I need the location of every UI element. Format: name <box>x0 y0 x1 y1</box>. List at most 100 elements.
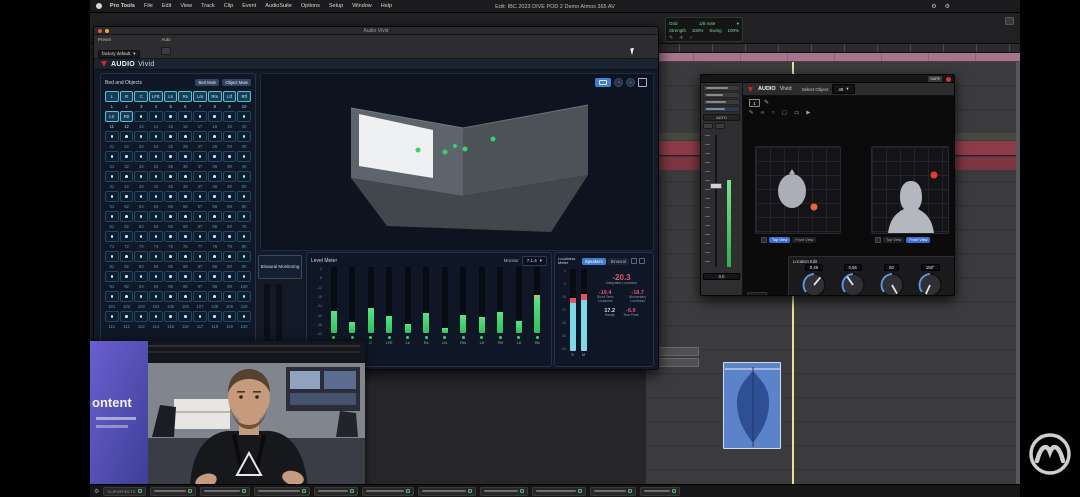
binaural-monitoring-button[interactable]: Binaural Monitoring <box>258 255 302 279</box>
object-slot-cell[interactable]: 118 <box>208 311 222 330</box>
object-slot-cell[interactable]: 84 <box>149 251 163 270</box>
object-slot-cell[interactable]: 70 <box>237 211 251 230</box>
object-slot-cell[interactable]: 45 <box>164 171 178 190</box>
object-slot-cell[interactable]: 34 <box>149 151 163 170</box>
apple-menu-icon[interactable] <box>96 3 102 9</box>
object-slot-cell[interactable]: 14 <box>149 111 163 130</box>
object-slot-cell[interactable]: 83 <box>134 251 148 270</box>
top-view-panel[interactable] <box>755 146 841 234</box>
object-number-box[interactable]: 1 <box>749 99 760 107</box>
object-slot-cell[interactable]: 64 <box>149 211 163 230</box>
view-mode-icon[interactable] <box>761 237 767 243</box>
strip-row[interactable] <box>703 85 740 91</box>
bed-channel-cell[interactable]: Rtr12 <box>120 111 134 130</box>
monitor-format-selector[interactable]: 7.1.4 ▾ <box>522 256 547 266</box>
object-slot-cell[interactable]: 92 <box>120 271 134 290</box>
object-slot-cell[interactable]: 76 <box>178 231 192 250</box>
grid-value[interactable]: 1/8 note <box>699 21 715 26</box>
gear-icon[interactable]: ⚙ <box>94 488 99 495</box>
menu-item-event[interactable]: Event <box>242 3 256 9</box>
object-slot-cell[interactable]: 63 <box>134 211 148 230</box>
object-mute-button[interactable]: Object Mute <box>222 79 251 86</box>
object-slot-cell[interactable]: 115 <box>164 311 178 330</box>
swing-value[interactable]: 100% <box>727 28 739 33</box>
front-view-button[interactable]: Front View <box>792 237 816 243</box>
object-slot-cell[interactable]: 18 <box>208 111 222 130</box>
object-slot-cell[interactable]: 91 <box>105 271 119 290</box>
object-slot-cell[interactable]: 102 <box>120 291 134 310</box>
menubar-status-gear-icon-2[interactable]: ⚙ <box>945 3 950 10</box>
menu-item-clip[interactable]: Clip <box>224 3 233 9</box>
orbit-view-icon[interactable]: ◔ <box>614 78 623 87</box>
object-slot-cell[interactable]: 93 <box>134 271 148 290</box>
object-slot-cell[interactable]: 105 <box>164 291 178 310</box>
reset-view-icon[interactable]: ○ <box>626 78 635 87</box>
map-dropdown[interactable]: Map ▾ <box>747 292 767 296</box>
object-slot-cell[interactable]: 24 <box>149 131 163 150</box>
object-slot-cell[interactable]: 89 <box>223 251 237 270</box>
object-slot-cell[interactable]: 111 <box>105 311 119 330</box>
knob-z[interactable]: 50Z <box>875 264 909 296</box>
track-group-chip[interactable] <box>150 487 196 496</box>
object-slot-cell[interactable]: 36 <box>178 151 192 170</box>
object-slot-cell[interactable]: 57 <box>193 191 207 210</box>
track-group-chip[interactable] <box>314 487 358 496</box>
object-slot-cell[interactable]: 53 <box>134 191 148 210</box>
object-slot-cell[interactable]: 19 <box>223 111 237 130</box>
object-slot-cell[interactable]: 27 <box>193 131 207 150</box>
object-slot-cell[interactable]: 113 <box>134 311 148 330</box>
arrow-tool-icon[interactable]: ▶ <box>806 110 810 116</box>
bed-channel-cell[interactable]: Rrs8 <box>208 91 222 110</box>
strip-row[interactable] <box>703 92 740 98</box>
knob-y[interactable]: 0.55Y <box>836 264 870 296</box>
object-slot-cell[interactable]: 108 <box>208 291 222 310</box>
object-slot-cell[interactable]: 48 <box>208 171 222 190</box>
object-slot-cell[interactable]: 95 <box>164 271 178 290</box>
bed-channel-cell[interactable]: LFE4 <box>149 91 163 110</box>
object-slot-cell[interactable]: 103 <box>134 291 148 310</box>
object-slot-cell[interactable]: 101 <box>105 291 119 310</box>
menu-item-pro-tools[interactable]: Pro Tools <box>110 3 135 9</box>
object-slot-cell[interactable]: 104 <box>149 291 163 310</box>
object-slot-cell[interactable]: 61 <box>105 211 119 230</box>
select-object-dropdown[interactable]: 48 ▾ <box>832 84 854 94</box>
object-slot-cell[interactable]: 82 <box>120 251 134 270</box>
object-slot-cell[interactable]: 33 <box>134 151 148 170</box>
object-slot-cell[interactable]: 79 <box>223 231 237 250</box>
object-slot-cell[interactable]: 87 <box>193 251 207 270</box>
object-slot-cell[interactable]: 13 <box>134 111 148 130</box>
object-slot-cell[interactable]: 99 <box>223 271 237 290</box>
fullscreen-icon[interactable] <box>638 78 647 87</box>
object-slot-cell[interactable]: 109 <box>223 291 237 310</box>
object-slot-cell[interactable]: 110 <box>237 291 251 310</box>
object-slot-cell[interactable]: 16 <box>178 111 192 130</box>
object-slot-cell[interactable]: 69 <box>223 211 237 230</box>
object-slot-cell[interactable]: 75 <box>164 231 178 250</box>
bed-channel-cell[interactable]: Ltr11 <box>105 111 119 130</box>
object-slot-cell[interactable]: 116 <box>178 311 192 330</box>
menu-item-file[interactable]: File <box>144 3 153 9</box>
object-slot-cell[interactable]: 56 <box>178 191 192 210</box>
object-slot-cell[interactable]: 29 <box>223 131 237 150</box>
object-slot-cell[interactable]: 73 <box>134 231 148 250</box>
bed-channel-cell[interactable]: Ls5 <box>164 91 178 110</box>
bed-channel-cell[interactable]: Rtf10 <box>237 91 251 110</box>
object-slot-cell[interactable]: 81 <box>105 251 119 270</box>
fader-value[interactable]: 0.0 <box>703 273 740 280</box>
square-tool-icon[interactable]: ▢ <box>782 110 787 116</box>
object-slot-cell[interactable]: 42 <box>120 171 134 190</box>
object-slot-cell[interactable]: 120 <box>237 311 251 330</box>
automation-button[interactable] <box>161 47 171 55</box>
object-slot-cell[interactable]: 39 <box>223 151 237 170</box>
edit-pencil-icon[interactable]: ✎ <box>764 99 769 106</box>
bed-channel-cell[interactable]: C3 <box>134 91 148 110</box>
object-slot-cell[interactable]: 117 <box>193 311 207 330</box>
knob-angle[interactable]: 180°Angle <box>913 264 947 296</box>
object-slot-cell[interactable]: 98 <box>208 271 222 290</box>
object-slot-cell[interactable]: 31 <box>105 151 119 170</box>
object-slot-cell[interactable]: 80 <box>237 231 251 250</box>
safe-button[interactable]: SAFE <box>928 76 942 82</box>
record-enable-icon[interactable] <box>946 77 951 82</box>
pencil-icon[interactable]: ✎ <box>669 35 673 41</box>
object-slot-cell[interactable]: 37 <box>193 151 207 170</box>
